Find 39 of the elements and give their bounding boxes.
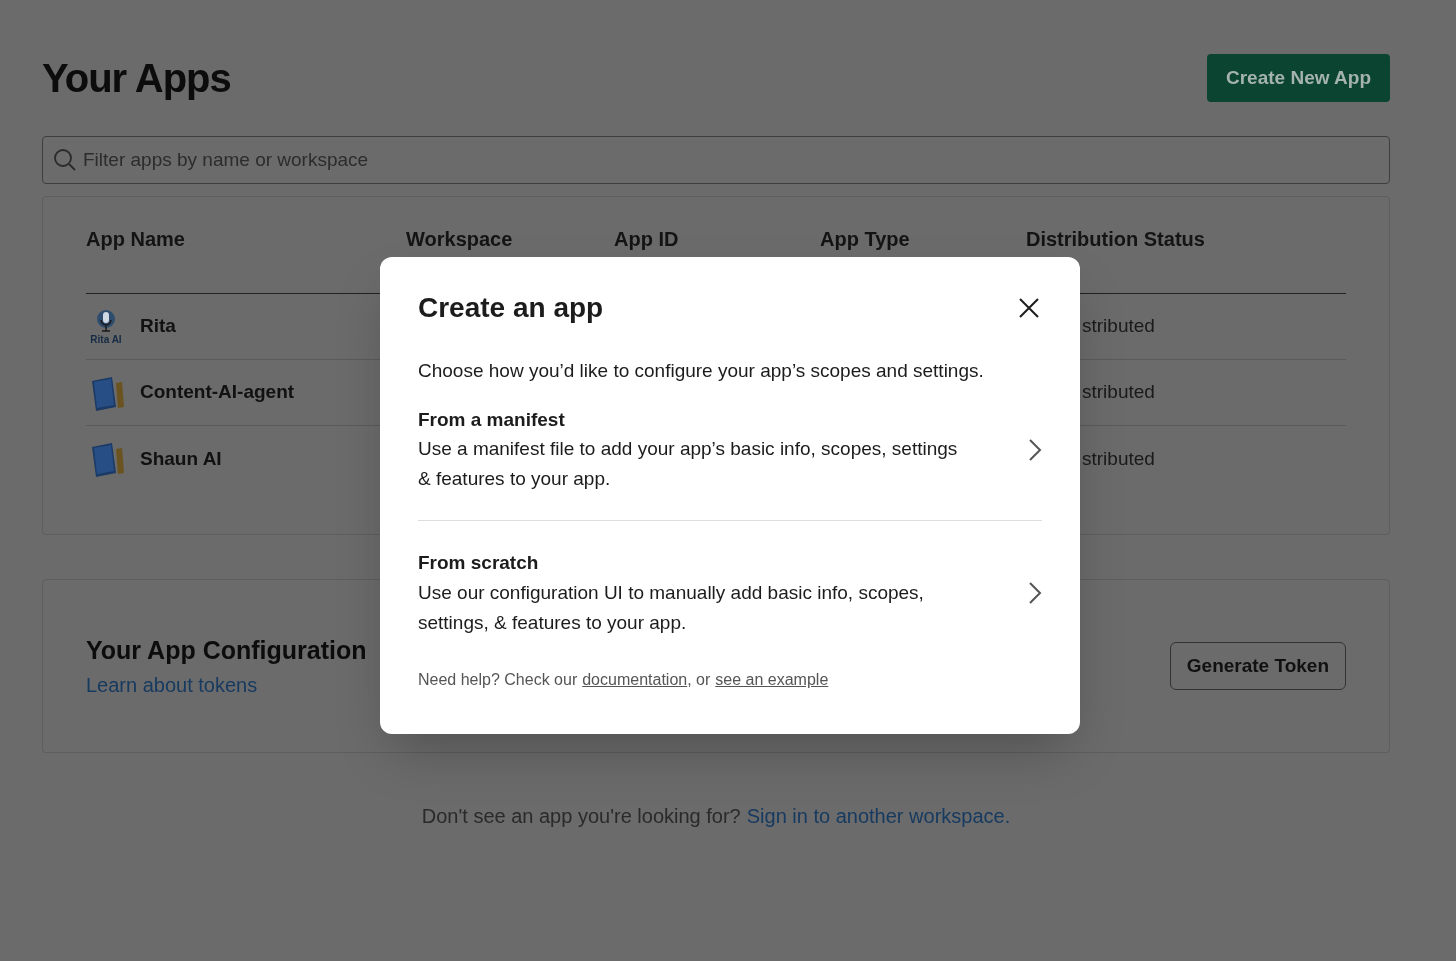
column-header: Workspace: [406, 227, 514, 252]
token-title: Your App Configuration: [86, 635, 367, 667]
column-header: App ID: [614, 227, 680, 252]
microphone-icon: [94, 308, 118, 335]
column-header: Distribution Status: [1026, 227, 1206, 252]
documentation-link[interactable]: documentation: [582, 667, 688, 692]
option-title: From scratch: [418, 551, 540, 575]
dialog-description: Choose how you’d like to configure your app’s scopes and settings.: [418, 359, 985, 383]
sign-in-link[interactable]: Sign in to another workspace.: [746, 801, 1011, 831]
learn-tokens-link[interactable]: Learn about tokens: [86, 669, 367, 700]
example-link[interactable]: see an example: [715, 667, 829, 692]
column-header: App Type: [820, 227, 911, 252]
help-separator: , or: [687, 669, 711, 690]
chevron-right-icon: [1028, 437, 1042, 462]
close-button[interactable]: [1017, 296, 1041, 320]
close-icon: [1019, 298, 1039, 318]
app-name[interactable]: Content-AI-agent: [140, 378, 295, 407]
option-title: From a manifest: [418, 407, 566, 432]
option-item[interactable]: From a manifest Use a manifest file to add your app’s basic info, scopes, settings & features to your app.: [418, 405, 1042, 521]
distribution-status: stributed: [1082, 446, 1155, 471]
create-new-app-button[interactable]: Create New App: [1207, 54, 1390, 102]
search-field[interactable]: Filter apps by name or workspace: [42, 136, 1390, 184]
generate-token-button[interactable]: Generate Token: [1169, 642, 1346, 690]
page-title: Your Apps: [42, 55, 231, 102]
column-header: App Name: [86, 227, 186, 252]
distribution-status: stributed: [1082, 380, 1155, 405]
search-input[interactable]: Filter apps by name or workspace: [83, 145, 1379, 175]
option-description: Use a manifest file to add your app’s basic info, scopes, settings & features to your app.: [418, 437, 958, 491]
app-name[interactable]: Rita: [140, 312, 176, 341]
distribution-status: stributed: [1082, 314, 1155, 339]
dialog-title: Create an app: [418, 291, 604, 325]
footer-text: Don't see an app you're looking for?: [421, 804, 741, 829]
logo-caption: Rita AI: [90, 334, 122, 345]
option-item[interactable]: From scratch Use our configuration UI to manually add basic info, scopes, settings, & features to your app.: [418, 549, 1042, 638]
option-description: Use our configuration UI to manually add basic info, scopes, settings, & features to your app.: [418, 580, 925, 635]
chevron-right-icon: [1028, 581, 1042, 606]
app-name[interactable]: Shaun AI: [140, 444, 222, 474]
search-icon: [53, 148, 77, 172]
help-text: Need help? Check our: [418, 669, 578, 690]
